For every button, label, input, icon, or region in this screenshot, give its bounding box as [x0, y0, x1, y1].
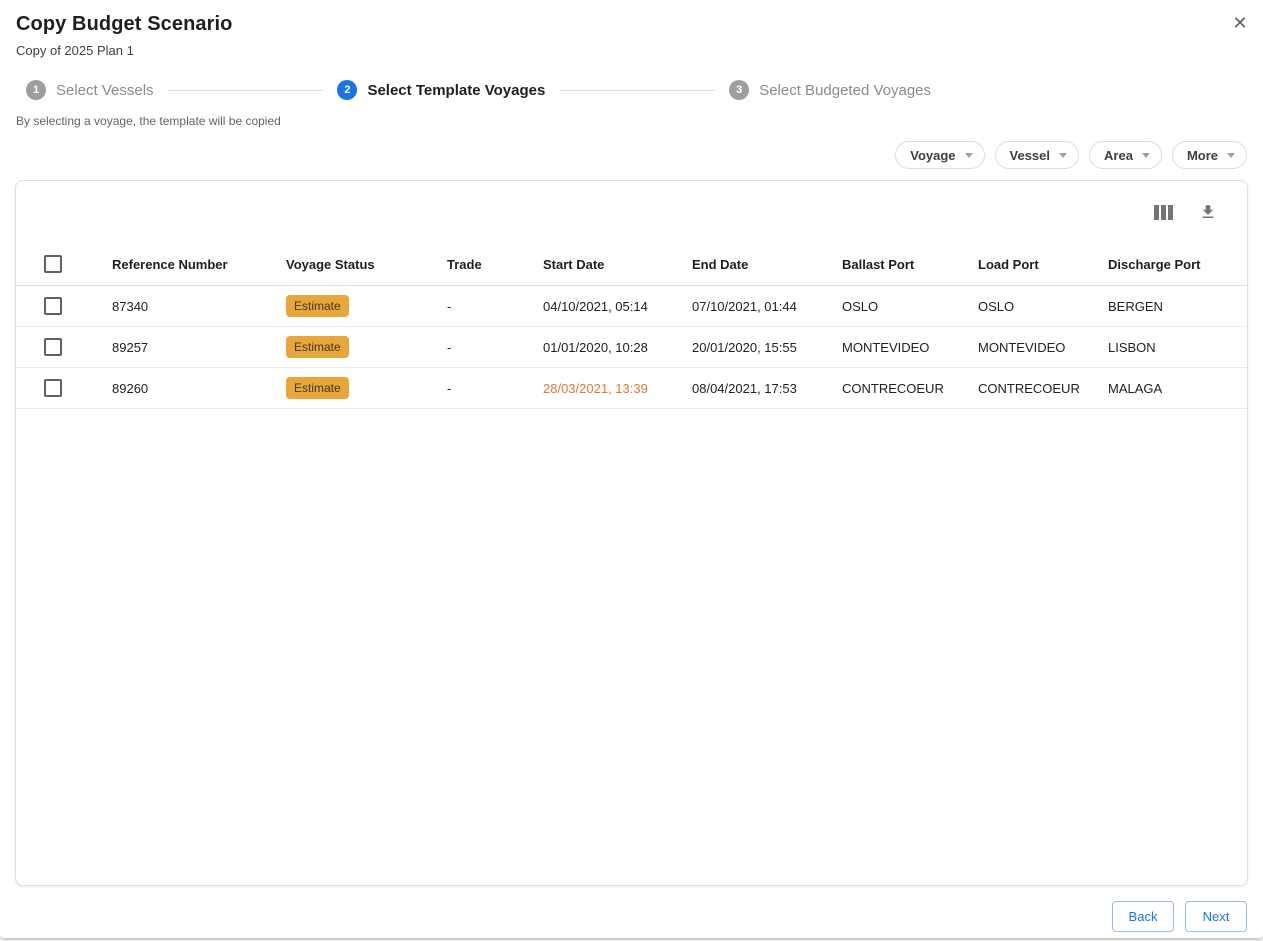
helper-text: By selecting a voyage, the template will… [16, 114, 1247, 128]
cell-reference-number: 89257 [112, 340, 286, 355]
table-row[interactable]: 89260 Estimate - 28/03/2021, 13:39 08/04… [16, 368, 1247, 409]
cell-load-port: CONTRECOEUR [978, 381, 1108, 396]
row-checkbox[interactable] [44, 297, 62, 315]
filter-chip-voyage[interactable]: Voyage [895, 141, 984, 169]
cell-start-date: 01/01/2020, 10:28 [543, 340, 692, 355]
column-header-reference-number[interactable]: Reference Number [112, 257, 286, 272]
cell-reference-number: 89260 [112, 381, 286, 396]
column-header-load-port[interactable]: Load Port [978, 257, 1108, 272]
chip-label: Area [1104, 148, 1133, 163]
cell-start-date: 04/10/2021, 05:14 [543, 299, 692, 314]
cell-load-port: OSLO [978, 299, 1108, 314]
chip-label: More [1187, 148, 1218, 163]
copy-budget-scenario-dialog: Copy Budget Scenario Copy of 2025 Plan 1… [0, 0, 1263, 938]
status-badge: Estimate [286, 377, 349, 399]
cell-voyage-status: Estimate [286, 377, 447, 399]
cell-discharge-port: MALAGA [1108, 381, 1247, 396]
stepper-connector [168, 90, 324, 91]
column-header-trade[interactable]: Trade [447, 257, 543, 272]
step-select-template-voyages[interactable]: 2 Select Template Voyages [337, 80, 545, 100]
back-button[interactable]: Back [1112, 901, 1174, 932]
filter-chip-area[interactable]: Area [1089, 141, 1162, 169]
step-select-budgeted-voyages[interactable]: 3 Select Budgeted Voyages [729, 80, 931, 100]
cell-ballast-port: MONTEVIDEO [842, 340, 978, 355]
cell-discharge-port: BERGEN [1108, 299, 1247, 314]
step-2-label: Select Template Voyages [367, 82, 545, 99]
table-row[interactable]: 89257 Estimate - 01/01/2020, 10:28 20/01… [16, 327, 1247, 368]
chip-label: Vessel [1010, 148, 1051, 163]
chevron-down-icon [1142, 153, 1150, 158]
chevron-down-icon [965, 153, 973, 158]
column-header-discharge-port[interactable]: Discharge Port [1108, 257, 1247, 272]
stepper-connector [559, 90, 715, 91]
table-row[interactable]: 87340 Estimate - 04/10/2021, 05:14 07/10… [16, 286, 1247, 327]
step-3-circle: 3 [729, 80, 749, 100]
next-button[interactable]: Next [1185, 901, 1247, 932]
dialog-header: Copy Budget Scenario Copy of 2025 Plan 1… [0, 0, 1263, 58]
row-checkbox[interactable] [44, 379, 62, 397]
download-icon[interactable] [1199, 203, 1217, 221]
step-3-label: Select Budgeted Voyages [759, 82, 931, 99]
stepper: 1 Select Vessels 2 Select Template Voyag… [26, 80, 931, 100]
row-checkbox[interactable] [44, 338, 62, 356]
table-header-row: Reference Number Voyage Status Trade Sta… [16, 243, 1247, 286]
chevron-down-icon [1059, 153, 1067, 158]
status-badge: Estimate [286, 336, 349, 358]
cell-ballast-port: CONTRECOEUR [842, 381, 978, 396]
filter-chip-vessel[interactable]: Vessel [995, 141, 1080, 169]
chevron-down-icon [1227, 153, 1235, 158]
cell-ballast-port: OSLO [842, 299, 978, 314]
page-title: Copy Budget Scenario [16, 13, 1247, 36]
table-toolbar [16, 181, 1247, 243]
cell-load-port: MONTEVIDEO [978, 340, 1108, 355]
cell-voyage-status: Estimate [286, 336, 447, 358]
page-subtitle: Copy of 2025 Plan 1 [16, 43, 1247, 58]
cell-end-date: 20/01/2020, 15:55 [692, 340, 842, 355]
dialog-footer: Back Next [1112, 901, 1247, 932]
step-1-circle: 1 [26, 80, 46, 100]
columns-icon[interactable] [1154, 205, 1173, 220]
cell-trade: - [447, 381, 543, 396]
cell-end-date: 07/10/2021, 01:44 [692, 299, 842, 314]
cell-start-date: 28/03/2021, 13:39 [543, 381, 692, 396]
column-header-end-date[interactable]: End Date [692, 257, 842, 272]
status-badge: Estimate [286, 295, 349, 317]
step-2-circle: 2 [337, 80, 357, 100]
cell-trade: - [447, 340, 543, 355]
voyages-table-card: Reference Number Voyage Status Trade Sta… [15, 180, 1248, 886]
select-all-checkbox[interactable] [44, 255, 62, 273]
cell-end-date: 08/04/2021, 17:53 [692, 381, 842, 396]
filter-chips: Voyage Vessel Area More [895, 141, 1247, 169]
column-header-start-date[interactable]: Start Date [543, 257, 692, 272]
column-header-voyage-status[interactable]: Voyage Status [286, 257, 447, 272]
close-icon[interactable]: ✕ [1230, 13, 1250, 33]
chip-label: Voyage [910, 148, 955, 163]
cell-reference-number: 87340 [112, 299, 286, 314]
cell-voyage-status: Estimate [286, 295, 447, 317]
step-1-label: Select Vessels [56, 82, 154, 99]
column-header-ballast-port[interactable]: Ballast Port [842, 257, 978, 272]
cell-discharge-port: LISBON [1108, 340, 1247, 355]
step-select-vessels[interactable]: 1 Select Vessels [26, 80, 154, 100]
filter-chip-more[interactable]: More [1172, 141, 1247, 169]
cell-trade: - [447, 299, 543, 314]
